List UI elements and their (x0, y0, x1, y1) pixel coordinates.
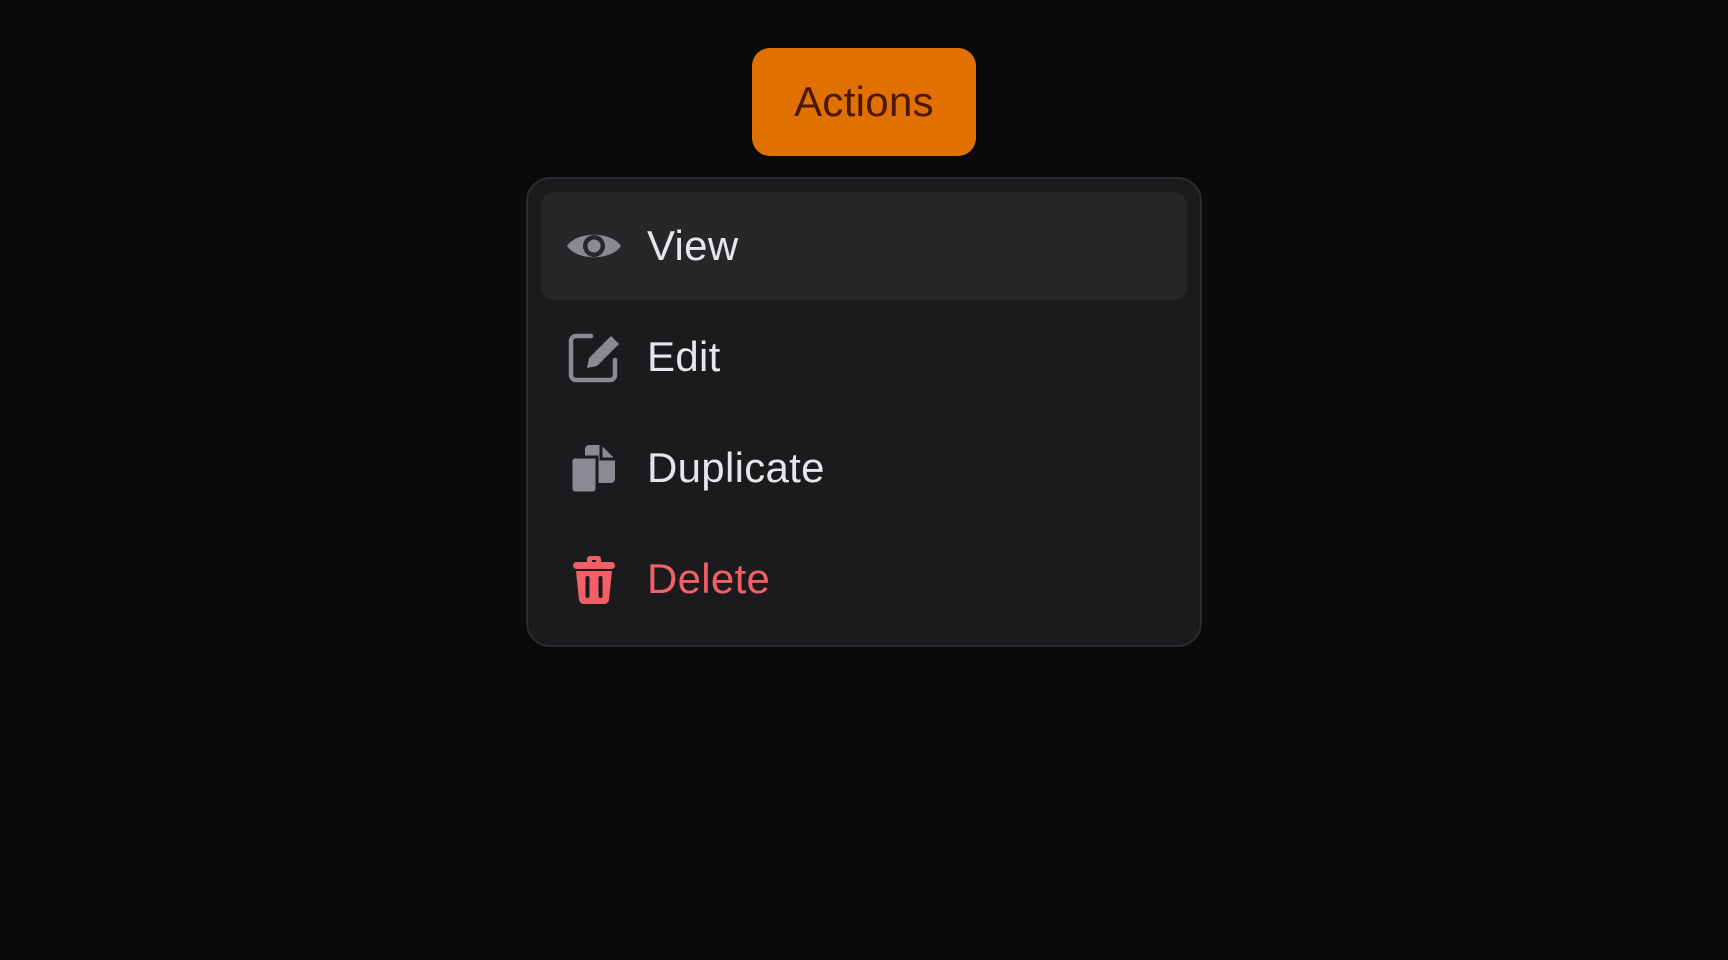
menu-item-label: Edit (647, 333, 721, 380)
menu-item-label: Delete (647, 555, 771, 602)
duplicate-icon (565, 439, 623, 497)
menu-item-delete[interactable]: Delete (541, 525, 1187, 633)
eye-icon (565, 217, 623, 275)
menu-item-label: View (647, 222, 739, 269)
menu-item-edit[interactable]: Edit (541, 303, 1187, 411)
menu-item-view[interactable]: View (541, 192, 1187, 300)
page: Actions View Edit Duplicate Delete (0, 0, 1728, 960)
actions-menu: View Edit Duplicate Delete (526, 177, 1202, 647)
menu-item-duplicate[interactable]: Duplicate (541, 414, 1187, 522)
menu-item-label: Duplicate (647, 444, 825, 491)
actions-button[interactable]: Actions (752, 48, 976, 156)
edit-icon (565, 328, 623, 386)
trash-icon (565, 550, 623, 608)
